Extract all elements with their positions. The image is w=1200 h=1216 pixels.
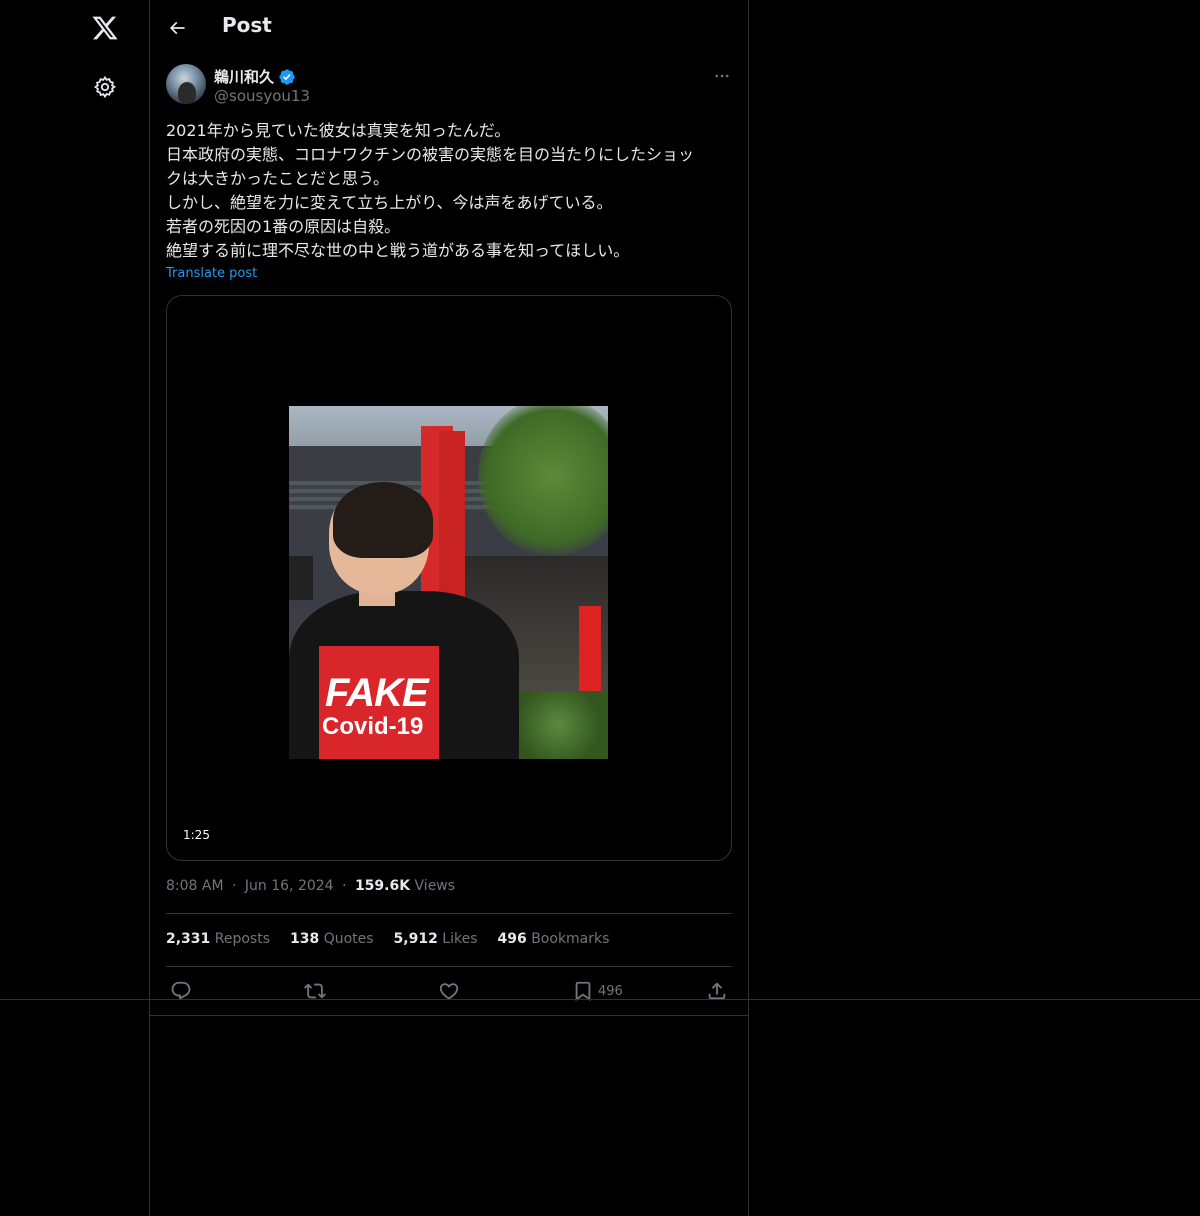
gear-icon[interactable]	[92, 74, 118, 100]
reposts-label: Reposts	[214, 931, 270, 947]
bookmark-count: 496	[598, 983, 623, 999]
post-text-line: 2021年から見ていた彼女は真実を知ったんだ。	[166, 121, 511, 140]
post-text-line: クは大きかったことだと思う。	[166, 169, 390, 188]
likes-stat[interactable]: 5,912 Likes	[394, 931, 478, 947]
page-title: Post	[222, 13, 272, 37]
arrow-left-icon[interactable]	[164, 15, 190, 41]
avatar[interactable]	[166, 64, 206, 104]
video-player[interactable]: FAKE Covid-19 1:25	[166, 295, 732, 861]
post-text-line: 若者の死因の1番の原因は自殺。	[166, 217, 401, 236]
divider	[149, 1015, 749, 1016]
reposts-stat[interactable]: 2,331 Reposts	[166, 931, 270, 947]
post-header: Post	[150, 0, 748, 54]
post-time[interactable]: 8:08 AM	[166, 878, 224, 894]
bookmarks-stat[interactable]: 496 Bookmarks	[498, 931, 610, 947]
post-text-line: 絶望する前に理不尽な世の中と戦う道がある事を知ってほしい。	[166, 241, 630, 260]
divider	[0, 999, 1200, 1000]
x-logo-icon[interactable]	[89, 12, 121, 44]
action-bar: 496	[150, 980, 748, 1004]
shirt-text: FAKE	[325, 671, 429, 715]
divider	[166, 913, 732, 914]
author-name[interactable]: 鵜川和久	[214, 66, 296, 87]
quotes-count: 138	[290, 931, 320, 947]
author-handle[interactable]: @sousyou13	[214, 87, 310, 105]
bookmarks-label: Bookmarks	[531, 931, 610, 947]
post-text-line: しかし、絶望を力に変えて立ち上がり、今は声をあげている。	[166, 193, 613, 212]
more-horizontal-icon[interactable]	[712, 66, 732, 86]
shirt-text: Covid-19	[322, 713, 424, 740]
quotes-stat[interactable]: 138 Quotes	[290, 931, 374, 947]
likes-label: Likes	[442, 931, 478, 947]
reposts-count: 2,331	[166, 931, 211, 947]
post-text: 2021年から見ていた彼女は真実を知ったんだ。 日本政府の実態、コロナワクチンの…	[166, 119, 736, 263]
author-name-text[interactable]: 鵜川和久	[214, 66, 274, 87]
likes-count: 5,912	[393, 931, 438, 947]
post-column: Post 鵜川和久 @sousyou13 2021年から見ていた彼女は真実を知っ…	[149, 0, 749, 1216]
sidebar	[0, 0, 149, 1216]
views-count: 159.6K	[354, 878, 411, 894]
post-text-line: 日本政府の実態、コロナワクチンの被害の実態を目の当たりにしたショッ	[166, 145, 695, 164]
translate-post-link[interactable]: Translate post	[166, 266, 257, 281]
separator: ·	[342, 878, 347, 894]
verified-badge-icon	[278, 68, 296, 86]
divider	[166, 966, 732, 967]
quotes-label: Quotes	[323, 931, 374, 947]
engagement-stats: 2,331 Reposts 138 Quotes 5,912 Likes 496…	[166, 931, 609, 947]
views-label: Views	[414, 878, 456, 894]
post-meta: 8:08 AM · Jun 16, 2024 · 159.6K Views	[166, 878, 455, 894]
bookmarks-count: 496	[497, 931, 527, 947]
post-date[interactable]: Jun 16, 2024	[245, 878, 334, 894]
video-duration: 1:25	[177, 826, 216, 844]
video-thumbnail[interactable]: FAKE Covid-19	[289, 406, 608, 759]
separator: ·	[232, 878, 237, 894]
